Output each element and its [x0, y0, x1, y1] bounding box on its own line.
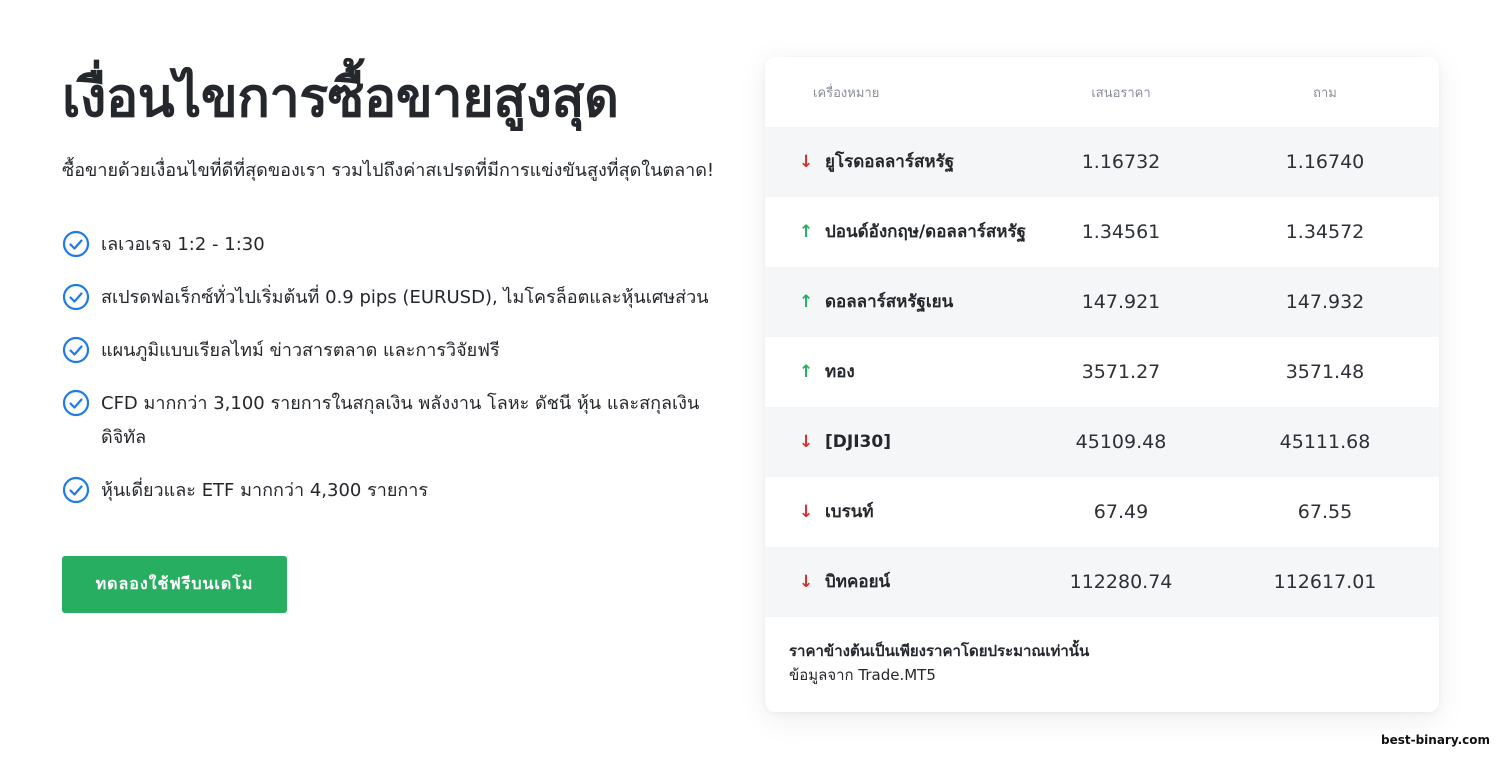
feature-text: CFD มากกว่า 3,100 รายการในสกุลเงิน พลังง… — [101, 393, 700, 448]
symbol-name: ดอลลาร์สหรัฐเยน — [825, 291, 954, 312]
ask-price: 147.932 — [1285, 291, 1365, 313]
quote-row: ↓ ยูโรดอลลาร์สหรัฐ 1.16732 1.16740 — [765, 127, 1439, 197]
ask-price: 3571.48 — [1285, 361, 1365, 383]
feature-text: แผนภูมิแบบเรียลไทม์ ข่าวสารตลาด และการวิ… — [101, 340, 500, 361]
feature-item: หุ้นเดี่ยวและ ETF มากกว่า 4,300 รายการ — [62, 474, 742, 508]
check-circle-icon — [62, 389, 90, 417]
ask-price: 67.55 — [1297, 501, 1353, 523]
feature-list: เลเวอเรจ 1:2 - 1:30 สเปรดฟอเร็กซ์ทั่วไปเร… — [62, 228, 742, 508]
symbol-cell: ↓ ยูโรดอลลาร์สหรัฐ — [765, 151, 1031, 172]
arrow-down-icon: ↓ — [799, 501, 814, 522]
check-circle-icon — [62, 476, 90, 504]
bid-price: 1.16732 — [1081, 151, 1161, 173]
feature-item: CFD มากกว่า 3,100 รายการในสกุลเงิน พลังง… — [62, 387, 742, 455]
feature-text: หุ้นเดี่ยวและ ETF มากกว่า 4,300 รายการ — [101, 480, 429, 501]
quote-row: ↓ บิทคอยน์ 112280.74 112617.01 — [765, 547, 1439, 617]
ask-price: 1.16740 — [1285, 151, 1365, 173]
quote-row: ↑ ทอง 3571.27 3571.48 — [765, 337, 1439, 407]
symbol-cell: ↑ ทอง — [765, 361, 1031, 382]
feature-text: สเปรดฟอเร็กซ์ทั่วไปเริ่มต้นที่ 0.9 pips … — [101, 287, 709, 308]
ask-price: 112617.01 — [1273, 571, 1377, 593]
quote-row: ↑ ดอลลาร์สหรัฐเยน 147.921 147.932 — [765, 267, 1439, 337]
data-source-text: ข้อมูลจาก Trade.MT5 — [789, 666, 936, 684]
feature-text: เลเวอเรจ 1:2 - 1:30 — [101, 234, 265, 255]
column-header-ask: ถาม — [1313, 85, 1337, 101]
ask-price: 45111.68 — [1279, 431, 1371, 453]
feature-item: แผนภูมิแบบเรียลไทม์ ข่าวสารตลาด และการวิ… — [62, 334, 742, 368]
symbol-name: บิทคอยน์ — [825, 571, 891, 592]
bid-price: 45109.48 — [1075, 431, 1167, 453]
symbol-name: เบรนท์ — [825, 501, 874, 522]
symbol-cell: ↓ [DJI30] — [765, 431, 1031, 452]
quotes-disclaimer: ราคาข้างต้นเป็นเพียงราคาโดยประมาณเท่านั้… — [765, 617, 1439, 687]
symbol-name: [DJI30] — [825, 431, 891, 452]
bid-price: 1.34561 — [1081, 221, 1161, 243]
check-circle-icon — [62, 230, 90, 258]
try-demo-button[interactable]: ทดลองใช้ฟรีบนเดโม — [62, 556, 287, 613]
column-header-symbol: เครื่องหมาย — [813, 85, 880, 101]
arrow-up-icon: ↑ — [799, 361, 814, 382]
symbol-name: ยูโรดอลลาร์สหรัฐ — [825, 151, 955, 172]
quote-row: ↓ เบรนท์ 67.49 67.55 — [765, 477, 1439, 547]
symbol-name: ปอนด์อังกฤษ/ดอลลาร์สหรัฐ — [825, 221, 1027, 242]
check-circle-icon — [62, 336, 90, 364]
symbol-cell: ↑ ปอนด์อังกฤษ/ดอลลาร์สหรัฐ — [765, 221, 1031, 242]
quotes-table-body: ↓ ยูโรดอลลาร์สหรัฐ 1.16732 1.16740 ↑ ปอนด์อัง… — [765, 127, 1439, 617]
quotes-card: เครื่องหมาย เสนอราคา ถาม ↓ ยูโรดอลลาร์สหร… — [765, 57, 1439, 712]
feature-item: เลเวอเรจ 1:2 - 1:30 — [62, 228, 742, 262]
watermark: best-binary.com — [1381, 733, 1490, 747]
bid-price: 3571.27 — [1081, 361, 1161, 383]
symbol-cell: ↑ ดอลลาร์สหรัฐเยน — [765, 291, 1031, 312]
arrow-up-icon: ↑ — [799, 291, 814, 312]
arrow-down-icon: ↓ — [799, 431, 814, 452]
arrow-down-icon: ↓ — [799, 571, 814, 592]
page-title: เงื่อนไขการซื้อขายสูงสุด — [62, 66, 619, 129]
quote-row: ↓ [DJI30] 45109.48 45111.68 — [765, 407, 1439, 477]
conditions-section: เงื่อนไขการซื้อขายสูงสุด ซื้อขายด้วยเงื่… — [62, 58, 742, 527]
quote-row: ↑ ปอนด์อังกฤษ/ดอลลาร์สหรัฐ 1.34561 1.34572 — [765, 197, 1439, 267]
quotes-table-header: เครื่องหมาย เสนอราคา ถาม — [765, 57, 1439, 127]
symbol-name: ทอง — [825, 361, 855, 382]
check-circle-icon — [62, 283, 90, 311]
bid-price: 112280.74 — [1069, 571, 1173, 593]
arrow-down-icon: ↓ — [799, 151, 814, 172]
column-header-bid: เสนอราคา — [1091, 85, 1151, 101]
bid-price: 67.49 — [1093, 501, 1149, 523]
feature-item: สเปรดฟอเร็กซ์ทั่วไปเริ่มต้นที่ 0.9 pips … — [62, 281, 742, 315]
arrow-up-icon: ↑ — [799, 221, 814, 242]
page-subtitle: ซื้อขายด้วยเงื่อนไขที่ดีที่สุดของเรา รวม… — [62, 160, 715, 181]
symbol-cell: ↓ บิทคอยน์ — [765, 571, 1031, 592]
disclaimer-text: ราคาข้างต้นเป็นเพียงราคาโดยประมาณเท่านั้… — [789, 642, 1090, 660]
symbol-cell: ↓ เบรนท์ — [765, 501, 1031, 522]
ask-price: 1.34572 — [1285, 221, 1365, 243]
bid-price: 147.921 — [1081, 291, 1161, 313]
